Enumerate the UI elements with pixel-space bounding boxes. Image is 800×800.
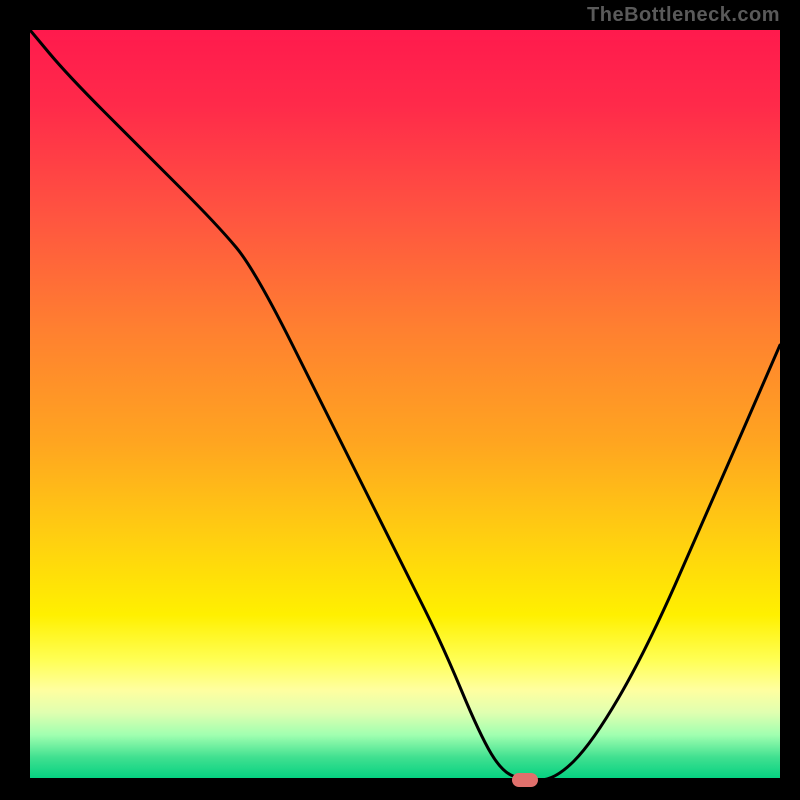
curve-layer xyxy=(30,30,780,780)
attribution-text: TheBottleneck.com xyxy=(587,4,780,27)
bottleneck-chart: TheBottleneck.com xyxy=(0,0,800,800)
plot-area xyxy=(30,30,780,780)
optimal-marker xyxy=(512,773,538,787)
bottleneck-curve-line xyxy=(30,30,780,780)
